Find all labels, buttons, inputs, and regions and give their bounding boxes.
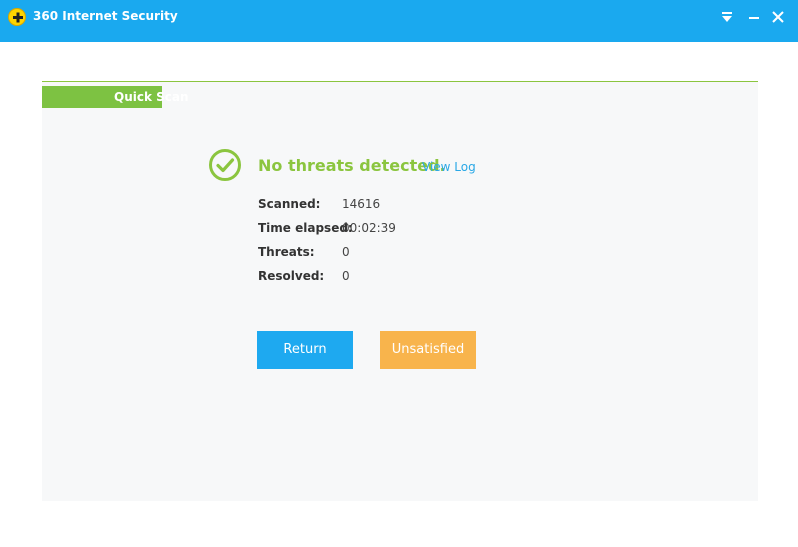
stat-label-scanned: Scanned: — [258, 197, 321, 211]
stat-value-scanned: 14616 — [342, 197, 381, 211]
stat-label-time-elapsed: Time elapsed: — [258, 221, 353, 235]
unsatisfied-button[interactable]: Unsatisfied — [380, 331, 476, 369]
app-title: 360 Internet Security — [33, 9, 178, 23]
close-icon[interactable] — [769, 8, 787, 26]
stat-value-resolved: 0 — [342, 269, 350, 283]
scan-result-panel — [42, 81, 758, 501]
result-status: No threats detected. — [258, 156, 446, 175]
app-logo-icon — [8, 8, 26, 26]
stat-value-time-elapsed: 00:02:39 — [342, 221, 396, 235]
minimize-icon[interactable] — [745, 8, 763, 26]
title-bar: 360 Internet Security — [0, 0, 798, 42]
stat-label-threats: Threats: — [258, 245, 315, 259]
divider — [42, 81, 758, 82]
quick-scan-tab[interactable]: Quick Scan — [42, 86, 189, 108]
stat-label-resolved: Resolved: — [258, 269, 325, 283]
dropdown-menu-icon[interactable] — [718, 8, 736, 26]
check-circle-icon — [208, 148, 242, 182]
view-log-link[interactable]: View Log — [422, 159, 476, 175]
return-button[interactable]: Return — [257, 331, 353, 369]
stat-value-threats: 0 — [342, 245, 350, 259]
